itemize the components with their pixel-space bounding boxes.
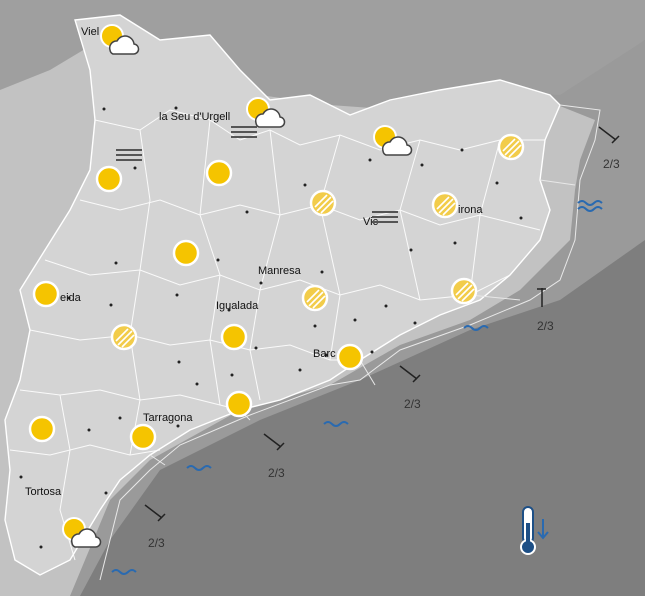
sun-icon — [220, 323, 248, 351]
city-label-tortosa: Tortosa — [25, 486, 62, 498]
hazy-sun-icon — [309, 189, 337, 217]
city-label-barcelona: Barc — [313, 348, 336, 360]
hazy-sun-icon — [431, 191, 459, 219]
fog-icon — [372, 211, 398, 223]
city-label-girona: irona — [458, 204, 483, 216]
wind-force-label: 2/3 — [537, 319, 554, 333]
hazy-sun-icon — [301, 284, 329, 312]
sun-icon — [32, 280, 60, 308]
city-label-la-seu-durgell: la Seu d'Urgell — [159, 111, 231, 123]
hazy-sun-icon — [450, 277, 478, 305]
wind-arrow-icon — [598, 126, 620, 144]
sun-icon — [225, 390, 253, 418]
sun-icon — [129, 423, 157, 451]
wind-arrow-icon — [399, 365, 421, 383]
fog-icon — [231, 126, 257, 138]
wind-arrow-icon — [537, 288, 546, 307]
sea-wave-icon — [577, 200, 603, 212]
sun-icon — [95, 165, 123, 193]
hazy-sun-icon — [497, 133, 525, 161]
wind-arrow-icon — [144, 504, 166, 522]
sun-cloud-icon — [373, 125, 413, 156]
wind-arrow-icon — [263, 433, 285, 451]
weather-forecast-map: Viel la Seu d'Urgell Vic irona Manresa e… — [0, 0, 645, 596]
thermometer-down-icon — [520, 506, 549, 555]
wind-force-label: 2/3 — [603, 157, 620, 171]
sun-icon — [205, 159, 233, 187]
sea-wave-icon — [186, 465, 212, 471]
wind-force-label: 2/3 — [148, 536, 165, 550]
sea-wave-icon — [463, 325, 489, 331]
wind-force-label: 2/3 — [268, 466, 285, 480]
wind-force-label: 2/3 — [404, 397, 421, 411]
fog-icon — [116, 149, 142, 161]
sun-cloud-icon — [100, 24, 140, 55]
sea-wave-icon — [111, 569, 137, 575]
sun-icon — [336, 343, 364, 371]
sun-cloud-icon — [62, 517, 102, 548]
city-label-manresa: Manresa — [258, 265, 301, 277]
sea-wave-icon — [323, 421, 349, 427]
city-label-igualada: Igualada — [216, 300, 259, 312]
city-label-lleida: eida — [60, 292, 81, 304]
hazy-sun-icon — [110, 323, 138, 351]
sun-icon — [28, 415, 56, 443]
sun-icon — [172, 239, 200, 267]
